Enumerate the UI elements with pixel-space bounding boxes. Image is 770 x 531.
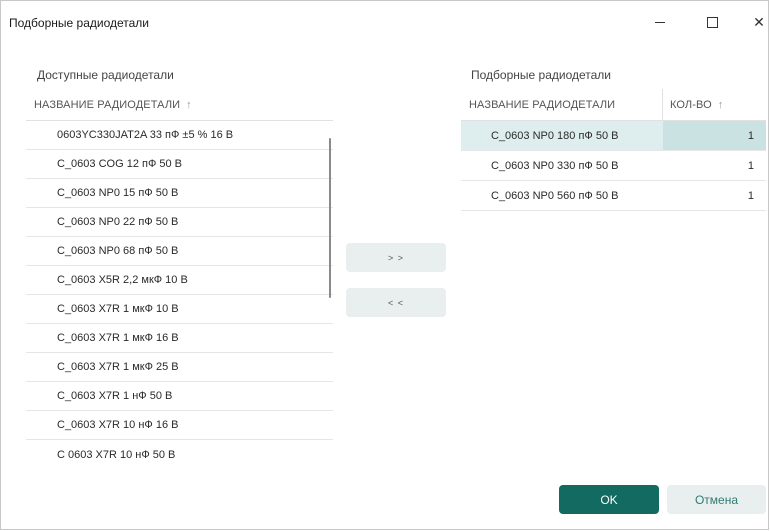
dialog-window: Подборные радиодетали ✕ Доступные радиод… (0, 0, 769, 530)
table-row[interactable]: C_0603 NP0 180 пФ 50 В 1 (461, 121, 766, 151)
list-item-label: C_0603 NP0 15 пФ 50 В (57, 187, 179, 199)
table-cell-qty[interactable]: 1 (748, 190, 754, 202)
table-cell-name: C_0603 NP0 560 пФ 50 В (491, 190, 619, 202)
table-cell-name: C_0603 NP0 330 пФ 50 В (491, 160, 619, 172)
list-item-label: C_0603 X7R 1 нФ 50 В (57, 390, 173, 402)
list-item[interactable]: C_0603 X7R 10 нФ 16 В (26, 411, 333, 440)
sort-ascending-icon: ↑ (717, 99, 724, 111)
remove-from-selected-button[interactable]: < < (346, 288, 446, 317)
available-column-header[interactable]: НАЗВАНИЕ РАДИОДЕТАЛИ ↑ (34, 99, 192, 111)
available-list[interactable]: 0603YC330JAT2A 33 пФ ±5 % 16 В C_0603 CO… (26, 120, 333, 469)
close-icon: ✕ (753, 13, 765, 30)
list-item[interactable]: C 0603 X7R 10 нФ 50 В (26, 440, 333, 469)
minimize-icon (655, 21, 665, 23)
close-button[interactable]: ✕ (736, 7, 770, 37)
add-to-selected-button[interactable]: > > (346, 243, 446, 272)
list-item[interactable]: C_0603 NP0 22 пФ 50 В (26, 208, 333, 237)
selected-name-column-header-label: НАЗВАНИЕ РАДИОДЕТАЛИ (469, 99, 616, 111)
table-row[interactable]: C_0603 NP0 560 пФ 50 В 1 (461, 181, 766, 211)
table-cell-qty[interactable]: 1 (748, 160, 754, 172)
list-item[interactable]: C_0603 X7R 1 мкФ 16 В (26, 324, 333, 353)
list-item[interactable]: 0603YC330JAT2A 33 пФ ±5 % 16 В (26, 120, 333, 150)
list-item-label: C_0603 X7R 1 мкФ 16 В (57, 332, 179, 344)
table-cell-qty[interactable]: 1 (748, 130, 754, 142)
title-bar: Подборные радиодетали ✕ (1, 1, 768, 41)
selected-name-column-header[interactable]: НАЗВАНИЕ РАДИОДЕТАЛИ (469, 99, 615, 111)
cancel-button[interactable]: Отмена (667, 485, 766, 514)
list-item-label: C_0603 NP0 68 пФ 50 В (57, 245, 179, 257)
window-title: Подборные радиодетали (9, 16, 149, 30)
list-item[interactable]: C_0603 NP0 15 пФ 50 В (26, 179, 333, 208)
column-separator[interactable] (662, 89, 663, 121)
table-row[interactable]: C_0603 NP0 330 пФ 50 В 1 (461, 151, 766, 181)
list-item[interactable]: C_0603 COG 12 пФ 50 В (26, 150, 333, 179)
list-item-label: C 0603 X7R 10 нФ 50 В (57, 448, 176, 461)
list-item[interactable]: C_0603 X7R 1 мкФ 10 В (26, 295, 333, 324)
available-title: Доступные радиодетали (37, 68, 174, 82)
table-cell-name: C_0603 NP0 180 пФ 50 В (491, 130, 619, 142)
ok-button[interactable]: OK (559, 485, 659, 514)
available-column-header-label: НАЗВАНИЕ РАДИОДЕТАЛИ (34, 99, 181, 111)
available-list-scrollbar[interactable] (329, 138, 331, 298)
list-item[interactable]: C_0603 NP0 68 пФ 50 В (26, 237, 333, 266)
list-item-label: C_0603 NP0 22 пФ 50 В (57, 216, 179, 228)
list-item[interactable]: C_0603 X5R 2,2 мкФ 10 В (26, 266, 333, 295)
selected-qty-column-header[interactable]: КОЛ-ВО ↑ (670, 99, 723, 111)
list-item-label: C_0603 X5R 2,2 мкФ 10 В (57, 274, 188, 286)
list-item-label: 0603YC330JAT2A 33 пФ ±5 % 16 В (57, 128, 234, 141)
list-item-label: C_0603 COG 12 пФ 50 В (57, 158, 182, 170)
list-item-label: C_0603 X7R 1 мкФ 25 В (57, 361, 179, 373)
sort-ascending-icon: ↑ (186, 99, 192, 111)
selected-table[interactable]: C_0603 NP0 180 пФ 50 В 1 C_0603 NP0 330 … (461, 121, 766, 211)
list-item[interactable]: C_0603 X7R 1 мкФ 25 В (26, 353, 333, 382)
selected-qty-column-header-label: КОЛ-ВО (670, 99, 712, 111)
selected-title: Подборные радиодетали (471, 68, 611, 82)
list-item[interactable]: C_0603 X7R 1 нФ 50 В (26, 382, 333, 411)
list-item-label: C_0603 X7R 1 мкФ 10 В (57, 303, 179, 315)
list-item-label: C_0603 X7R 10 нФ 16 В (57, 419, 179, 431)
maximize-button[interactable] (689, 7, 735, 37)
minimize-button[interactable] (637, 7, 683, 37)
maximize-icon (706, 16, 718, 28)
